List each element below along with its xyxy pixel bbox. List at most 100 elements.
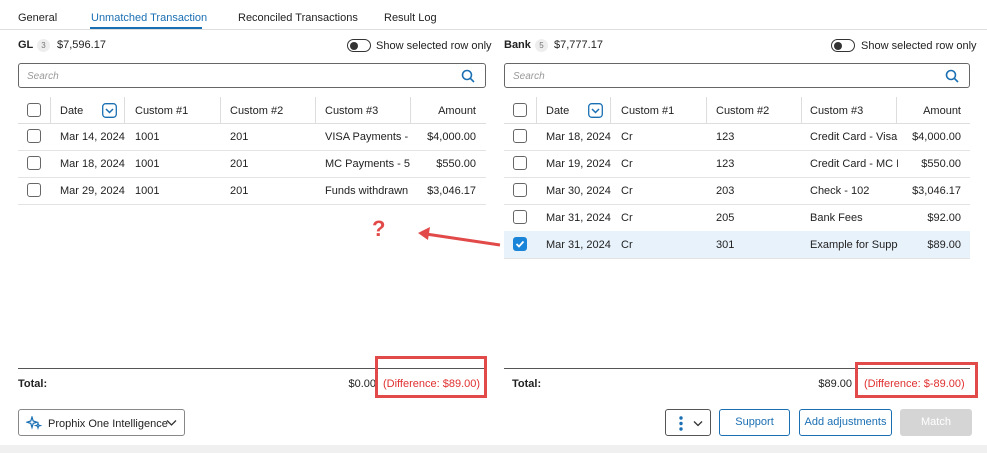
row-custom3: Credit Card - Visa I bbox=[810, 131, 898, 143]
sort-chevron-icon[interactable] bbox=[102, 103, 117, 118]
row-checkbox[interactable] bbox=[27, 156, 41, 170]
add-adjustments-button[interactable]: Add adjustments bbox=[799, 409, 892, 436]
gl-difference: (Difference: $89.00) bbox=[383, 378, 481, 390]
chevron-down-icon bbox=[166, 420, 177, 426]
bank-col-date[interactable]: Date bbox=[546, 105, 569, 117]
row-amount: $3,046.17 bbox=[912, 185, 961, 197]
table-row[interactable]: Mar 30, 2024 Cr 203 Check - 102 $3,046.1… bbox=[504, 177, 970, 205]
tab-reconciled-transactions[interactable]: Reconciled Transactions bbox=[238, 12, 358, 24]
row-custom1: Cr bbox=[621, 239, 633, 251]
kebab-menu-icon bbox=[679, 416, 683, 431]
row-custom3: VISA Payments - 5 bbox=[325, 131, 410, 143]
gl-select-all-checkbox[interactable] bbox=[27, 103, 41, 117]
gl-table-header: Date Custom #1 Custom #2 Custom #3 Amoun… bbox=[18, 97, 486, 124]
status-bar bbox=[0, 445, 987, 453]
tab-unmatched-transaction[interactable]: Unmatched Transaction bbox=[91, 12, 207, 24]
bank-col-custom2[interactable]: Custom #2 bbox=[716, 105, 769, 117]
gl-search-input[interactable]: Search bbox=[18, 63, 486, 88]
row-custom2: 123 bbox=[716, 158, 735, 170]
row-amount: $89.00 bbox=[927, 239, 961, 251]
bank-col-custom1[interactable]: Custom #1 bbox=[621, 105, 674, 117]
row-custom1: Cr bbox=[621, 131, 633, 143]
row-custom2: 203 bbox=[716, 185, 735, 197]
bank-select-all-checkbox[interactable] bbox=[513, 103, 527, 117]
bank-total-label: Total: bbox=[512, 378, 542, 390]
row-checkbox-checked[interactable] bbox=[513, 237, 527, 251]
chevron-down-icon bbox=[693, 421, 703, 427]
row-custom2: 205 bbox=[716, 212, 735, 224]
bank-table-header: Date Custom #1 Custom #2 Custom #3 Amoun… bbox=[504, 97, 970, 124]
intelligence-label: Prophix One Intelligence bbox=[48, 418, 168, 430]
prophix-intelligence-dropdown[interactable]: Prophix One Intelligence bbox=[18, 409, 185, 436]
row-amount: $4,000.00 bbox=[427, 131, 476, 143]
gl-total-value: $0.00 bbox=[348, 378, 376, 390]
gl-show-selected-toggle[interactable] bbox=[347, 39, 371, 52]
search-icon[interactable] bbox=[461, 69, 475, 83]
row-custom1: Cr bbox=[621, 212, 633, 224]
table-row[interactable]: Mar 18, 2024 Cr 123 Credit Card - Visa I… bbox=[504, 123, 970, 151]
bank-total-amount: $7,777.17 bbox=[554, 39, 603, 51]
row-date: Mar 18, 2024 bbox=[546, 131, 611, 143]
table-row[interactable]: Mar 31, 2024 Cr 205 Bank Fees $92.00 bbox=[504, 204, 970, 232]
row-custom3: Funds withdrawn bbox=[325, 185, 409, 197]
gl-col-custom2[interactable]: Custom #2 bbox=[230, 105, 283, 117]
gl-panel-title: GL bbox=[18, 39, 34, 51]
support-button[interactable]: Support bbox=[719, 409, 790, 436]
gl-col-amount[interactable]: Amount bbox=[418, 105, 476, 117]
match-button[interactable]: Match bbox=[900, 409, 972, 436]
row-custom2: 201 bbox=[230, 158, 249, 170]
gl-search-placeholder: Search bbox=[27, 71, 59, 82]
row-date: Mar 29, 2024 bbox=[60, 185, 125, 197]
row-date: Mar 14, 2024 bbox=[60, 131, 125, 143]
row-checkbox[interactable] bbox=[513, 210, 527, 224]
row-checkbox[interactable] bbox=[27, 129, 41, 143]
row-custom1: 1001 bbox=[135, 185, 160, 197]
row-amount: $550.00 bbox=[436, 158, 476, 170]
search-icon[interactable] bbox=[945, 69, 959, 83]
bank-toggle-label: Show selected row only bbox=[861, 40, 977, 52]
row-checkbox[interactable] bbox=[513, 156, 527, 170]
gl-total-amount: $7,596.17 bbox=[57, 39, 106, 51]
row-custom3: Credit Card - MC I bbox=[810, 158, 898, 170]
row-date: Mar 31, 2024 bbox=[546, 212, 611, 224]
bank-search-input[interactable]: Search bbox=[504, 63, 970, 88]
gl-col-custom3[interactable]: Custom #3 bbox=[325, 105, 378, 117]
tab-bar: General Unmatched Transaction Reconciled… bbox=[0, 0, 987, 30]
row-checkbox[interactable] bbox=[513, 129, 527, 143]
sort-chevron-icon[interactable] bbox=[588, 103, 603, 118]
gl-count-badge: 3 bbox=[37, 39, 50, 52]
bank-col-custom3[interactable]: Custom #3 bbox=[810, 105, 863, 117]
row-date: Mar 31, 2024 bbox=[546, 239, 611, 251]
table-row-selected[interactable]: Mar 31, 2024 Cr 301 Example for Suppo $8… bbox=[504, 231, 970, 259]
row-custom1: 1001 bbox=[135, 158, 160, 170]
bank-difference: (Difference: $-89.00) bbox=[864, 378, 965, 390]
gl-col-custom1[interactable]: Custom #1 bbox=[135, 105, 188, 117]
row-amount: $550.00 bbox=[921, 158, 961, 170]
bank-search-placeholder: Search bbox=[513, 71, 545, 82]
row-checkbox[interactable] bbox=[513, 183, 527, 197]
row-amount: $92.00 bbox=[927, 212, 961, 224]
row-custom2: 201 bbox=[230, 131, 249, 143]
row-custom2: 301 bbox=[716, 239, 735, 251]
row-amount: $4,000.00 bbox=[912, 131, 961, 143]
more-options-button[interactable] bbox=[665, 409, 711, 436]
gl-total-label: Total: bbox=[18, 378, 48, 390]
bank-total-value: $89.00 bbox=[818, 378, 852, 390]
table-row[interactable]: Mar 14, 2024 1001 201 VISA Payments - 5 … bbox=[18, 123, 486, 151]
row-custom2: 123 bbox=[716, 131, 735, 143]
tab-general[interactable]: General bbox=[18, 12, 57, 24]
gl-col-date[interactable]: Date bbox=[60, 105, 83, 117]
bank-show-selected-toggle[interactable] bbox=[831, 39, 855, 52]
row-date: Mar 18, 2024 bbox=[60, 158, 125, 170]
table-row[interactable]: Mar 29, 2024 1001 201 Funds withdrawn $3… bbox=[18, 177, 486, 205]
table-row[interactable]: Mar 18, 2024 1001 201 MC Payments - 5/ $… bbox=[18, 150, 486, 178]
row-custom1: Cr bbox=[621, 158, 633, 170]
row-date: Mar 19, 2024 bbox=[546, 158, 611, 170]
table-row[interactable]: Mar 19, 2024 Cr 123 Credit Card - MC I $… bbox=[504, 150, 970, 178]
row-date: Mar 30, 2024 bbox=[546, 185, 611, 197]
bank-col-amount[interactable]: Amount bbox=[902, 105, 961, 117]
row-custom2: 201 bbox=[230, 185, 249, 197]
row-checkbox[interactable] bbox=[27, 183, 41, 197]
tab-result-log[interactable]: Result Log bbox=[384, 12, 437, 24]
row-custom3: Check - 102 bbox=[810, 185, 870, 197]
